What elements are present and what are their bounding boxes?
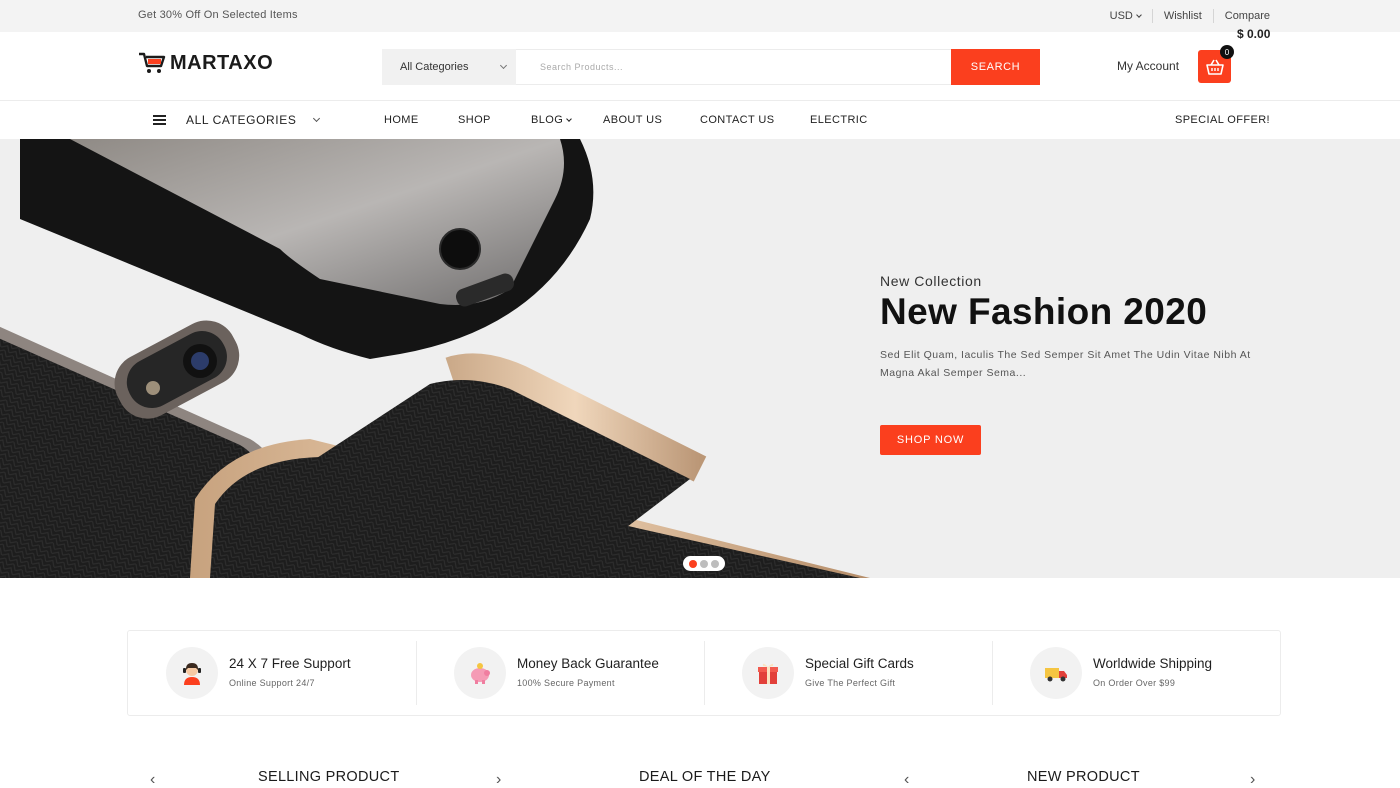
- category-select[interactable]: All Categories: [382, 49, 516, 85]
- logo[interactable]: MARTAXO: [138, 51, 273, 75]
- promo-text: Get 30% Off On Selected Items: [138, 9, 298, 21]
- category-select-label: All Categories: [400, 61, 469, 73]
- selling-next-arrow[interactable]: ›: [496, 772, 501, 788]
- nav-item-about-us[interactable]: ABOUT US: [603, 114, 662, 126]
- hero-phones-image: [0, 139, 870, 578]
- feature-subtitle: On Order Over $99: [1093, 678, 1176, 688]
- nav-item-blog[interactable]: BLOG: [531, 114, 573, 126]
- feature-support: 24 X 7 Free Support Online Support 24/7: [128, 631, 416, 715]
- search-button[interactable]: SEARCH: [951, 49, 1040, 85]
- selling-product-heading: SELLING PRODUCT: [258, 769, 400, 785]
- currency-label: USD: [1109, 10, 1133, 22]
- support-agent-icon: [183, 663, 201, 685]
- feature-subtitle: Give The Perfect Gift: [805, 678, 896, 688]
- piggy-bank-icon: [471, 663, 490, 684]
- feature-subtitle: Online Support 24/7: [229, 678, 315, 688]
- feature-icon-wrap: [454, 647, 506, 699]
- slider-dot[interactable]: [689, 559, 697, 568]
- chevron-down-icon: [566, 116, 573, 122]
- slider-pagination: [683, 556, 725, 571]
- slider-dot[interactable]: [700, 559, 708, 568]
- chevron-down-icon: [313, 114, 321, 123]
- cart-count-badge: 0: [1220, 45, 1234, 59]
- all-categories-toggle[interactable]: ALL CATEGORIES: [153, 113, 321, 127]
- wishlist-link[interactable]: Wishlist: [1153, 10, 1213, 22]
- hero-kicker: New Collection: [880, 273, 982, 289]
- search-input[interactable]: [516, 49, 951, 85]
- shop-now-button[interactable]: SHOP NOW: [880, 425, 981, 455]
- feature-shipping: Worldwide Shipping On Order Over $99: [992, 631, 1280, 715]
- selling-prev-arrow[interactable]: ‹: [150, 772, 155, 788]
- top-links: USD Wishlist Compare: [1099, 9, 1270, 23]
- special-offer-link[interactable]: SPECIAL OFFER!: [1175, 114, 1270, 126]
- compare-link[interactable]: Compare: [1214, 10, 1270, 22]
- feature-title: Money Back Guarantee: [517, 656, 659, 671]
- search-bar: All Categories SEARCH: [382, 49, 1040, 85]
- new-prev-arrow[interactable]: ‹: [904, 772, 909, 788]
- top-bar: Get 30% Off On Selected Items USD Wishli…: [0, 0, 1400, 32]
- hero-description: Sed Elit Quam, Iaculis The Sed Semper Si…: [880, 349, 1251, 379]
- hero-slider: New Collection New Fashion 2020 Sed Elit…: [0, 139, 1400, 578]
- feature-icon-wrap: [166, 647, 218, 699]
- currency-selector[interactable]: USD: [1099, 10, 1152, 22]
- my-account-link[interactable]: My Account: [1117, 59, 1179, 73]
- nav-item-blog-label: BLOG: [531, 114, 564, 126]
- nav-item-electric[interactable]: ELECTRIC: [810, 114, 868, 126]
- slider-dot[interactable]: [711, 559, 719, 568]
- nav-item-shop[interactable]: SHOP: [458, 114, 491, 126]
- feature-subtitle: 100% Secure Payment: [517, 678, 615, 688]
- cart-total: $ 0.00: [1237, 27, 1271, 41]
- feature-gift-cards: Special Gift Cards Give The Perfect Gift: [704, 631, 992, 715]
- feature-money-back: Money Back Guarantee 100% Secure Payment: [416, 631, 704, 715]
- feature-title: Special Gift Cards: [805, 656, 914, 671]
- feature-icon-wrap: [1030, 647, 1082, 699]
- chevron-down-icon: [499, 61, 508, 70]
- chevron-down-icon: [1136, 12, 1142, 18]
- basket-icon: [1205, 59, 1224, 75]
- all-categories-label: ALL CATEGORIES: [186, 113, 297, 127]
- features-strip: 24 X 7 Free Support Online Support 24/7 …: [127, 630, 1281, 716]
- feature-icon-wrap: [742, 647, 794, 699]
- logo-text: MARTAXO: [170, 51, 274, 74]
- truck-icon: [1045, 668, 1067, 682]
- hero-title: New Fashion 2020: [880, 291, 1208, 332]
- nav-item-home[interactable]: HOME: [384, 114, 419, 126]
- new-next-arrow[interactable]: ›: [1250, 772, 1255, 788]
- cart-logo-icon: [139, 52, 166, 73]
- deal-of-the-day-heading: DEAL OF THE DAY: [639, 769, 771, 785]
- product-sections-header: ‹ SELLING PRODUCT › DEAL OF THE DAY ‹ NE…: [0, 760, 1400, 788]
- feature-title: 24 X 7 Free Support: [229, 656, 351, 671]
- new-product-heading: NEW PRODUCT: [1027, 769, 1140, 785]
- gift-icon: [758, 663, 778, 684]
- nav-item-contact-us[interactable]: CONTACT US: [700, 114, 775, 126]
- main-nav: ALL CATEGORIES HOME SHOP BLOG ABOUT US C…: [0, 101, 1400, 139]
- header: MARTAXO All Categories SEARCH My Account: [0, 32, 1400, 101]
- hamburger-icon: [153, 115, 166, 125]
- feature-title: Worldwide Shipping: [1093, 656, 1213, 671]
